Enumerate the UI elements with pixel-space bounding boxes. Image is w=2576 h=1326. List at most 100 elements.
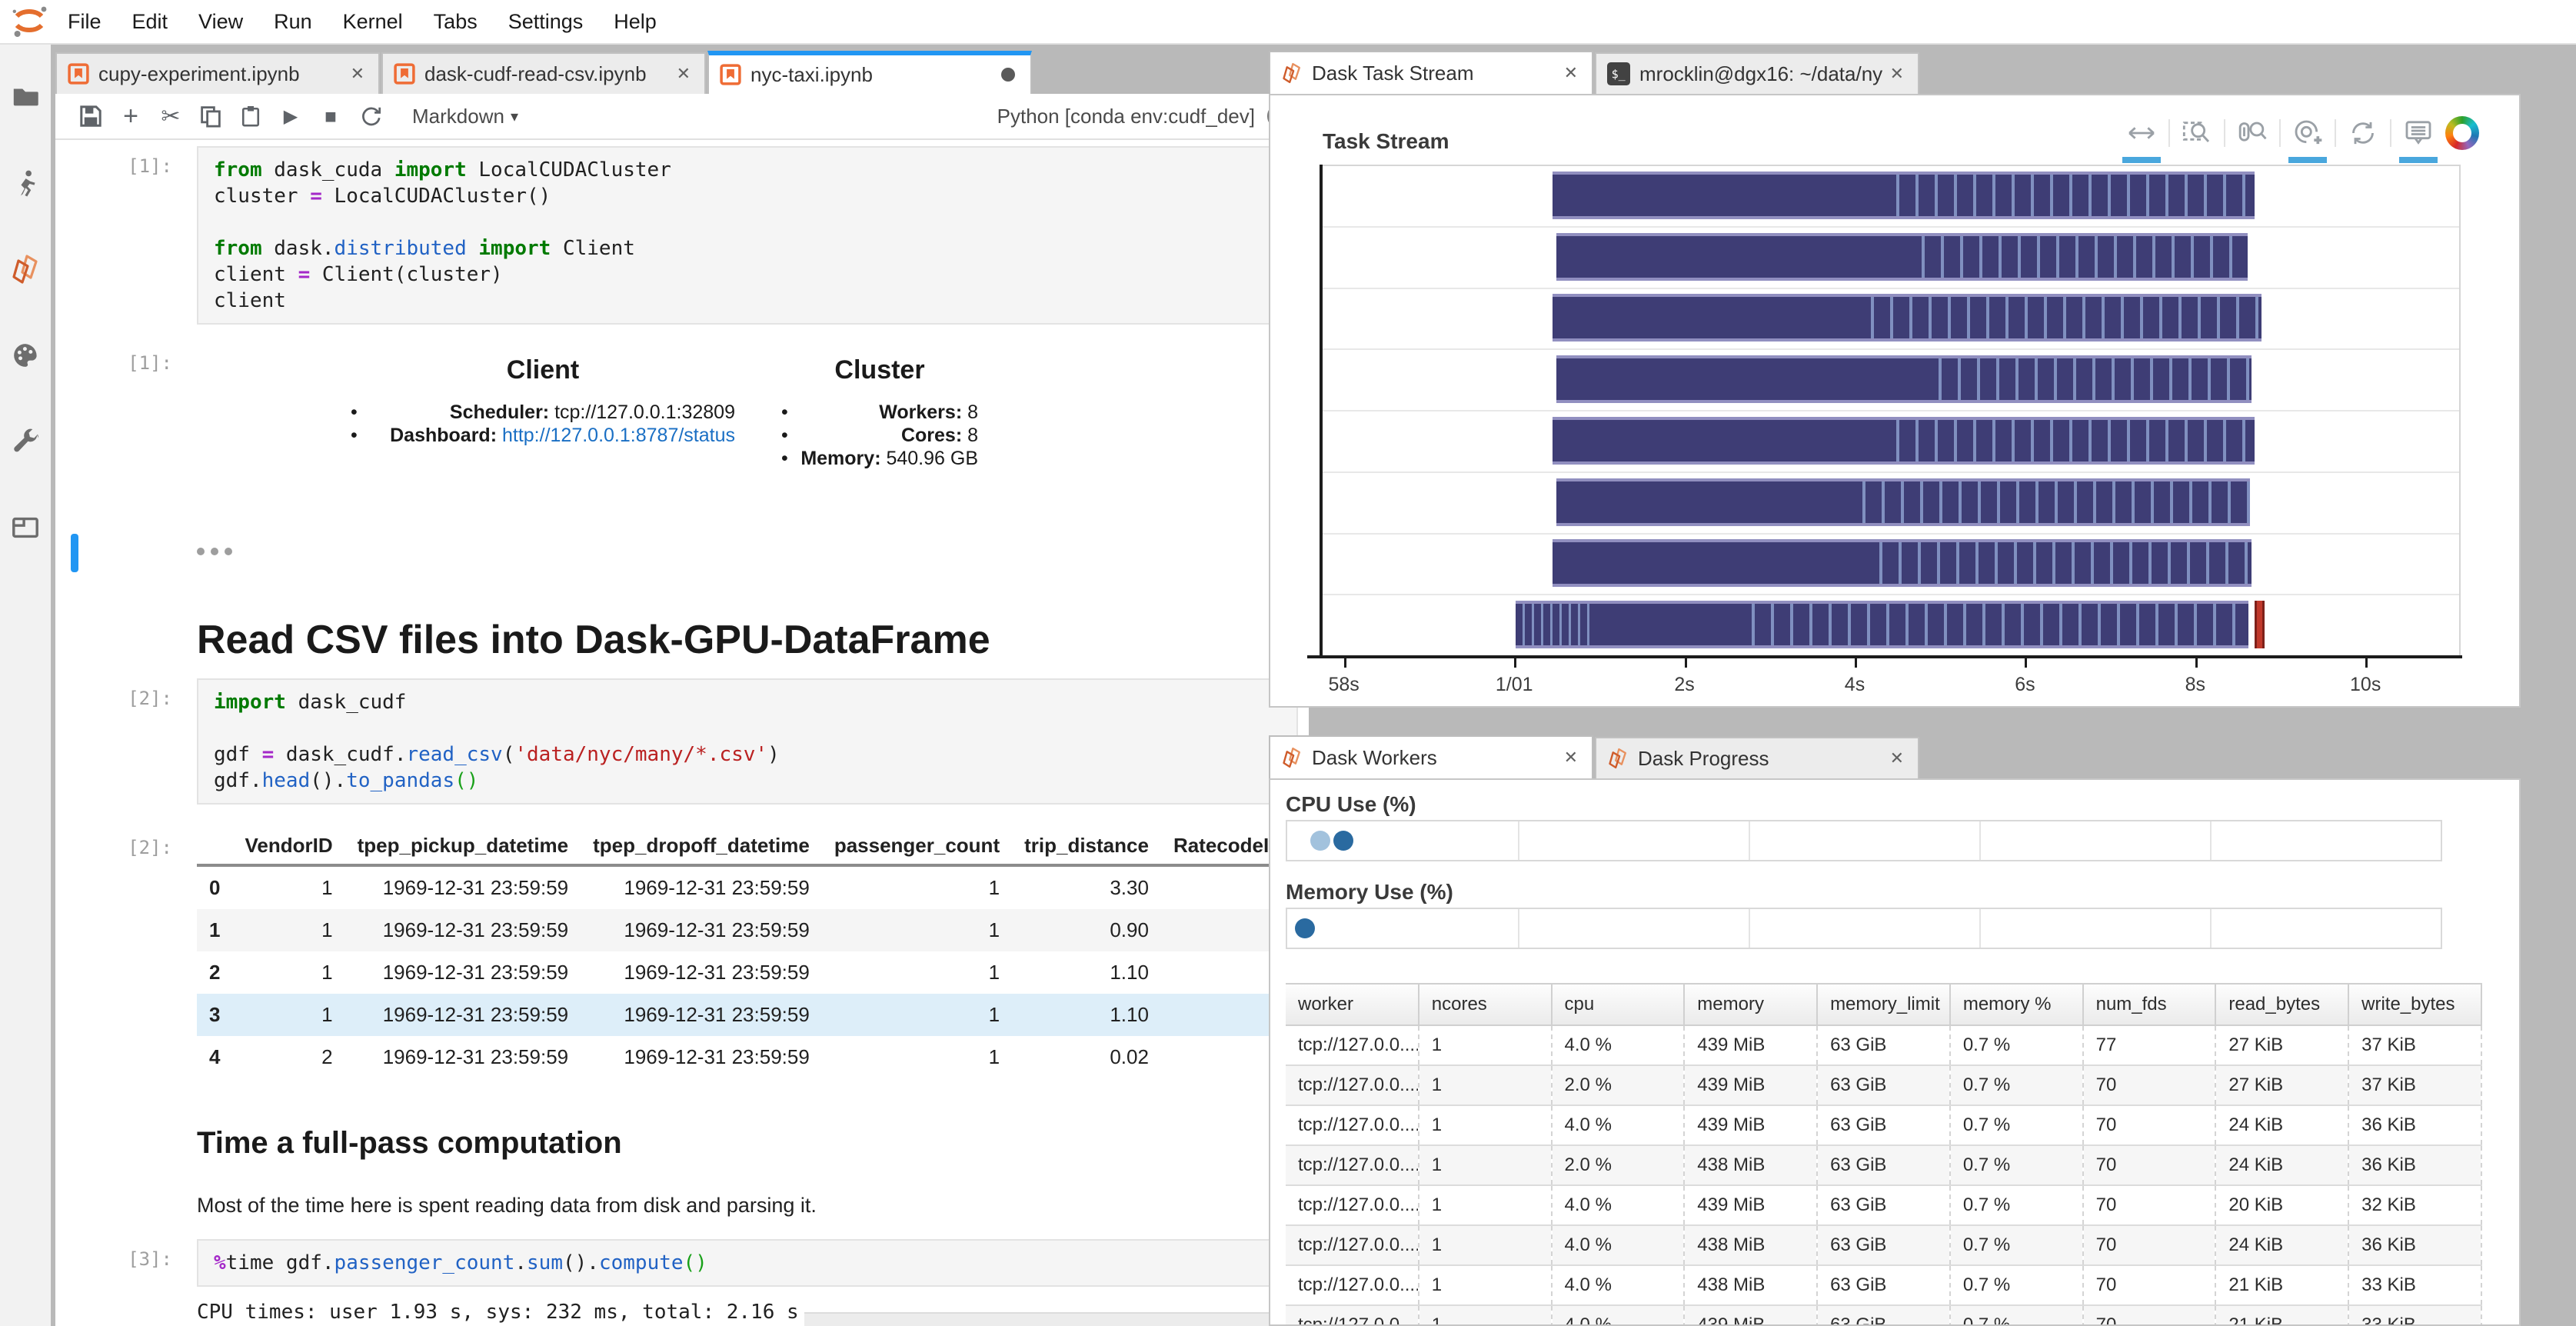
tab-label: dask-cudf-read-csv.ipynb	[424, 62, 674, 86]
cpu-dot[interactable]	[1333, 831, 1353, 851]
close-icon[interactable]: ✕	[1561, 63, 1581, 83]
task-bar[interactable]	[1553, 294, 2261, 341]
collapsed-markdown-cell[interactable]	[55, 534, 1309, 574]
worker-column-header[interactable]: memory_limit	[1817, 984, 1950, 1025]
close-icon[interactable]: ✕	[674, 64, 694, 84]
collapsed-cell-dots[interactable]	[197, 534, 1309, 555]
worker-cell: 438 MiB	[1684, 1145, 1817, 1185]
open-tabs-icon[interactable]	[0, 497, 51, 558]
close-icon[interactable]: ✕	[1561, 748, 1581, 768]
worker-column-header[interactable]: ncores	[1419, 984, 1552, 1025]
task-bar[interactable]	[1553, 539, 2252, 587]
running-sessions-icon[interactable]	[0, 152, 51, 214]
command-palette-icon[interactable]	[0, 325, 51, 386]
stop-kernel-button[interactable]: ■	[311, 99, 351, 133]
cpu-dot[interactable]	[1310, 831, 1330, 851]
task-bar[interactable]	[1556, 355, 2251, 403]
restart-kernel-button[interactable]	[351, 99, 391, 133]
task-bar[interactable]	[1553, 172, 2255, 219]
worker-cell: 33 KiB	[2348, 1265, 2481, 1305]
menu-kernel[interactable]: Kernel	[328, 10, 418, 34]
close-icon[interactable]: ✕	[1887, 64, 1907, 84]
tab-dask-cudf-read-csv-ipynb[interactable]: dask-cudf-read-csv.ipynb✕	[381, 52, 706, 94]
menu-help[interactable]: Help	[598, 10, 672, 34]
close-icon[interactable]: ✕	[348, 64, 368, 84]
worker-column-header[interactable]: memory %	[1950, 984, 2083, 1025]
table-cell: 1969-12-31 23:59:59	[581, 1036, 822, 1078]
workers-table: workerncorescpumemorymemory_limitmemory …	[1286, 983, 2482, 1324]
worker-cell: 63 GiB	[1817, 1065, 1950, 1105]
paste-cells-button[interactable]	[231, 99, 271, 133]
code-editor-3[interactable]: %time gdf.passenger_count.sum().compute(…	[197, 1239, 1298, 1287]
tab-dask-task-stream[interactable]: Dask Task Stream✕	[1269, 51, 1593, 94]
worker-column-header[interactable]: cpu	[1552, 984, 1685, 1025]
dask-icon	[1281, 62, 1303, 84]
worker-cell: 24 KiB	[2215, 1225, 2348, 1265]
task-stream-plot[interactable]: 58s1/012s4s6s8s10s	[1270, 95, 2519, 706]
kernel-name-label[interactable]: Python [conda env:cudf_dev]	[997, 105, 1255, 128]
notebook-content: [1]: from dask_cuda import LocalCUDAClus…	[55, 140, 1309, 1326]
notebook-icon	[394, 63, 415, 85]
worker-column-header[interactable]: read_bytes	[2215, 984, 2348, 1025]
worker-cell: 0.7 %	[1950, 1225, 2083, 1265]
add-cell-button[interactable]: +	[111, 99, 151, 133]
table-cell: 1	[822, 865, 1012, 909]
menu-view[interactable]: View	[183, 10, 258, 34]
worker-cell: 4.0 %	[1552, 1265, 1685, 1305]
worker-cell: 0.7 %	[1950, 1145, 2083, 1185]
worker-column-header[interactable]: memory	[1684, 984, 1817, 1025]
task-bar[interactable]	[1556, 233, 2248, 281]
worker-column-header[interactable]: worker	[1286, 984, 1419, 1025]
cut-cells-button[interactable]: ✂	[151, 99, 191, 133]
dirty-indicator-icon[interactable]	[1001, 68, 1015, 82]
task-bar[interactable]	[1556, 478, 2249, 526]
terminal-icon: $_	[1607, 62, 1630, 85]
worker-column-header[interactable]: write_bytes	[2348, 984, 2481, 1025]
dask-sidebar-icon[interactable]	[0, 238, 51, 300]
table-cell: 1969-12-31 23:59:59	[345, 865, 581, 909]
code-editor-2[interactable]: import dask_cudf gdf = dask_cudf.read_cs…	[197, 678, 1298, 805]
tab-cupy-experiment-ipynb[interactable]: cupy-experiment.ipynb✕	[55, 52, 380, 94]
copy-cells-button[interactable]	[191, 99, 231, 133]
file-browser-icon[interactable]	[0, 66, 51, 128]
tab-dask-progress[interactable]: Dask Progress✕	[1595, 737, 1919, 778]
tab-mrocklin-dgx16-data-ny[interactable]: $_mrocklin@dgx16: ~/data/ny✕	[1595, 52, 1919, 94]
cell-type-dropdown[interactable]: Markdown ▾	[412, 105, 518, 128]
cluster-heading: Cluster	[781, 355, 978, 385]
property-inspector-icon[interactable]	[0, 411, 51, 472]
worker-row: tcp://127.0.0....14.0 %439 MiB63 GiB0.7 …	[1286, 1105, 2481, 1145]
code-editor-1[interactable]: from dask_cuda import LocalCUDAClustercl…	[197, 146, 1298, 325]
task-bar[interactable]	[1553, 417, 2255, 465]
dashboard-link[interactable]: http://127.0.0.1:8787/status	[502, 425, 735, 446]
menu-tabs[interactable]: Tabs	[418, 10, 493, 34]
worker-row: tcp://127.0.0....12.0 %439 MiB63 GiB0.7 …	[1286, 1065, 2481, 1105]
worker-cell: 0.7 %	[1950, 1185, 2083, 1225]
task-bar[interactable]	[1516, 601, 2248, 648]
memory-dot[interactable]	[1295, 918, 1315, 938]
worker-column-header[interactable]: num_fds	[2083, 984, 2216, 1025]
menu-file[interactable]: File	[52, 10, 117, 34]
menu-edit[interactable]: Edit	[117, 10, 184, 34]
tab-dask-workers[interactable]: Dask Workers✕	[1269, 735, 1593, 778]
column-header	[197, 828, 232, 865]
worker-cell: 4.0 %	[1552, 1025, 1685, 1065]
list-item: •Memory: 540.96 GB	[781, 447, 978, 470]
worker-row: tcp://127.0.0....14.0 %438 MiB63 GiB0.7 …	[1286, 1265, 2481, 1305]
memory-use-plot[interactable]	[1286, 908, 2442, 949]
cpu-use-plot[interactable]	[1286, 820, 2442, 861]
close-icon[interactable]: ✕	[1887, 748, 1907, 768]
tab-nyc-taxi-ipynb[interactable]: nyc-taxi.ipynb	[707, 51, 1032, 94]
cell-collapser-bar[interactable]	[71, 534, 78, 572]
red-task-bar[interactable]	[2255, 601, 2265, 648]
workers-panel: CPU Use (%) Memory Use (%) workerncoresc…	[1269, 778, 2521, 1326]
table-row: 211969-12-31 23:59:591969-12-31 23:59:59…	[197, 951, 1309, 994]
worker-row: tcp://127.0.0....14.0 %438 MiB63 GiB0.7 …	[1286, 1225, 2481, 1265]
worker-cell: 0.7 %	[1950, 1265, 2083, 1305]
worker-cell: 33 KiB	[2348, 1305, 2481, 1324]
menu-settings[interactable]: Settings	[493, 10, 599, 34]
menu-run[interactable]: Run	[258, 10, 328, 34]
run-cell-button[interactable]: ▶	[271, 99, 311, 133]
worker-cell: 1	[1419, 1145, 1552, 1185]
cpu-use-title: CPU Use (%)	[1286, 792, 1416, 817]
save-button[interactable]	[71, 99, 111, 133]
